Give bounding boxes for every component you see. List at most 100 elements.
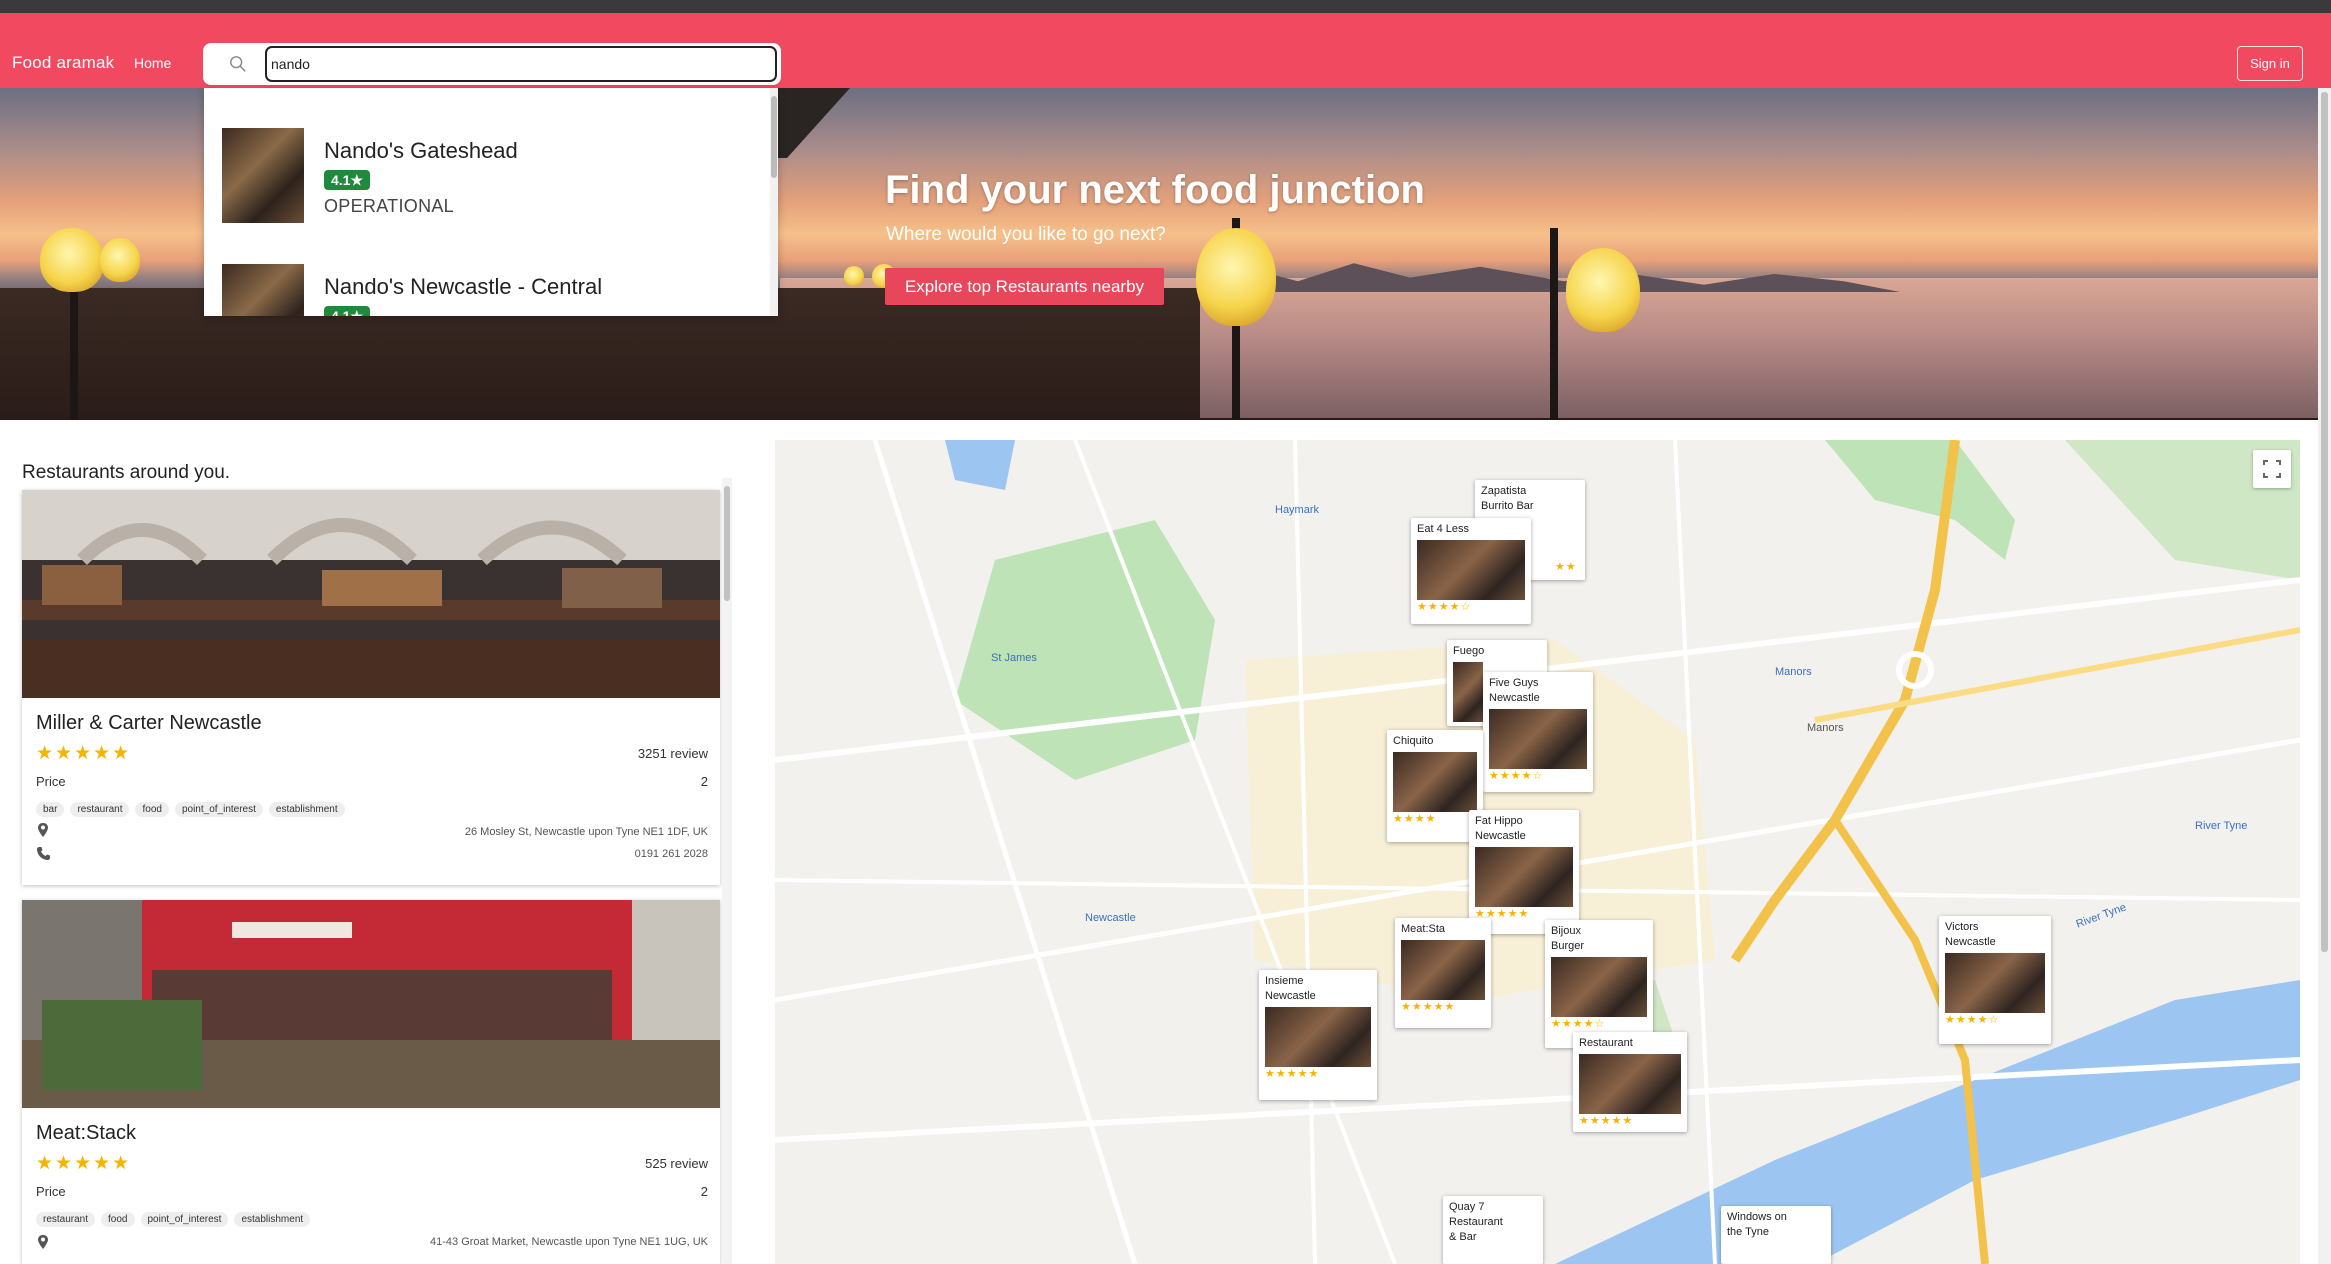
marker-stars: ★★: [1555, 561, 1577, 573]
map-label-newcastle: Newcastle: [1085, 912, 1136, 924]
restaurant-name[interactable]: Miller & Carter Newcastle: [36, 712, 262, 735]
map-label-river-tyne: River Tyne: [2195, 820, 2248, 832]
search-input[interactable]: [265, 46, 777, 82]
lamp-light: [844, 266, 864, 286]
marker-photo: [1265, 1006, 1371, 1067]
page-scrollbar[interactable]: [2318, 88, 2331, 1264]
marker-photo: [1551, 956, 1647, 1017]
restaurant-photo: [22, 900, 720, 1108]
sign-in-button[interactable]: Sign in: [2237, 46, 2303, 81]
rating-badge: 4.1★: [324, 306, 371, 316]
tag: food: [135, 802, 169, 817]
result-status: OPERATIONAL: [324, 196, 454, 216]
star-rating: ★★★★★: [36, 743, 132, 764]
map-marker[interactable]: Quay 7 Restaurant & Bar: [1443, 1196, 1543, 1264]
review-count: 525 review: [645, 1156, 708, 1171]
restaurant-name[interactable]: Meat:Stack: [36, 1122, 136, 1145]
location-pin-icon: [38, 1235, 48, 1249]
star-rating: ★★★★★: [36, 1153, 132, 1174]
map-marker[interactable]: Victors Newcastle ★★★★☆: [1939, 916, 2051, 1044]
tag: restaurant: [70, 802, 130, 817]
search-result-item[interactable]: Nando's Gateshead 4.1★ OPERATIONAL: [204, 88, 770, 224]
marker-photo: [1417, 539, 1525, 600]
marker-photo: [1945, 952, 2045, 1013]
tag-list: bar restaurant food point_of_interest es…: [36, 802, 345, 817]
marker-name: Fuego: [1453, 645, 1485, 657]
map-marker[interactable]: Five Guys Newcastle ★★★★☆: [1483, 672, 1593, 792]
map-label-haymarket: Haymark: [1275, 504, 1320, 516]
marker-photo: [1453, 661, 1483, 722]
dropdown-scrollbar[interactable]: [770, 88, 778, 316]
restaurant-address: 26 Mosley St, Newcastle upon Tyne NE1 1D…: [464, 826, 708, 838]
marker-name: Eat 4 Less: [1417, 523, 1469, 535]
map-marker[interactable]: Windows on the Tyne: [1721, 1206, 1831, 1264]
restaurant-address: 41-43 Groat Market, Newcastle upon Tyne …: [430, 1236, 708, 1248]
map-label-manors-station: Manors: [1807, 722, 1844, 734]
marker-name: Windows on the Tyne: [1727, 1211, 1787, 1238]
marker-name: Five Guys Newcastle: [1489, 677, 1540, 704]
review-count: 3251 review: [637, 746, 708, 761]
price-value: 2: [700, 1184, 708, 1199]
map-label-st-james: St James: [991, 652, 1037, 664]
marker-photo: [1401, 939, 1485, 1000]
map-marker[interactable]: Meat:Sta ★★★★★: [1395, 918, 1491, 1028]
marker-name: Meat:Sta: [1401, 923, 1446, 935]
marker-stars: ★★★★★: [1265, 1067, 1320, 1080]
map-marker[interactable]: Eat 4 Less ★★★★☆: [1411, 518, 1531, 624]
map-marker[interactable]: Bijoux Burger ★★★★☆: [1545, 920, 1653, 1048]
marker-name: Bijoux Burger: [1551, 925, 1585, 952]
lamp-light: [40, 228, 104, 292]
marker-stars: ★★★★☆: [1945, 1013, 2000, 1026]
result-name: Nando's Gateshead: [324, 138, 518, 163]
list-scrollbar[interactable]: [722, 478, 732, 1264]
home-link[interactable]: Home: [134, 55, 171, 71]
marker-stars: ★★★★★: [1401, 1000, 1456, 1013]
marker-name: Chiquito: [1393, 735, 1434, 747]
list-title: Restaurants around you.: [22, 462, 231, 483]
price-value: 2: [700, 774, 708, 789]
lamp-light: [100, 238, 140, 282]
lamp-pole: [1550, 228, 1558, 420]
list-scroll-thumb[interactable]: [724, 486, 730, 601]
map-marker[interactable]: Insieme Newcastle ★★★★★: [1259, 970, 1377, 1100]
tag: restaurant: [36, 1212, 96, 1227]
brand-logo[interactable]: Food aramak: [12, 53, 114, 73]
fullscreen-button[interactable]: [2253, 450, 2291, 488]
page-scroll-thumb[interactable]: [2321, 92, 2328, 952]
marker-name: Fat Hippo Newcastle: [1475, 815, 1526, 842]
marker-name: Zapatista Burrito Bar: [1481, 485, 1534, 512]
restaurant-phone[interactable]: 0191 261 2028: [635, 848, 708, 860]
tag: food: [101, 1212, 135, 1227]
price-label: Price: [36, 1184, 66, 1199]
hero-title: Find your next food junction: [885, 168, 1425, 212]
marker-stars: ★★★★★: [1579, 1114, 1634, 1127]
search-icon[interactable]: [229, 55, 247, 73]
marker-name: Quay 7 Restaurant & Bar: [1449, 1201, 1503, 1243]
marker-photo: [1579, 1053, 1681, 1114]
restaurant-card[interactable]: Meat:Stack ★★★★★ 525 review Price 2 rest…: [22, 900, 720, 1264]
rating-badge: 4.1★: [324, 170, 371, 190]
dropdown-scroll-thumb[interactable]: [771, 96, 777, 178]
map-label-manors: Manors: [1775, 666, 1812, 678]
search-results-dropdown: Nando's Gateshead 4.1★ OPERATIONAL Nando…: [204, 88, 778, 316]
explore-nearby-button[interactable]: Explore top Restaurants nearby: [885, 268, 1164, 305]
restaurant-map[interactable]: St James Manors Manors Newcastle River T…: [775, 440, 2300, 1264]
price-label: Price: [36, 774, 66, 789]
lamp-light: [1566, 248, 1640, 332]
marker-stars: ★★★★☆: [1489, 769, 1544, 782]
lamp-pole: [70, 278, 78, 420]
tag: bar: [36, 802, 65, 817]
restaurant-photo: [22, 490, 720, 698]
map-marker[interactable]: Fat Hippo Newcastle ★★★★★: [1469, 810, 1579, 934]
tag: establishment: [268, 802, 345, 817]
restaurant-thumbnail: [222, 264, 304, 316]
marker-photo: [1489, 708, 1587, 769]
browser-top-strip: [0, 0, 2331, 13]
restaurant-thumbnail: [222, 128, 304, 223]
hero-subtitle: Where would you like to go next?: [886, 224, 1166, 245]
map-marker[interactable]: Restaurant ★★★★★: [1573, 1032, 1687, 1132]
marker-name: Victors Newcastle: [1945, 921, 1996, 948]
tag: point_of_interest: [140, 1212, 229, 1227]
restaurant-card[interactable]: Miller & Carter Newcastle ★★★★★ 3251 rev…: [22, 490, 720, 885]
search-result-item[interactable]: Nando's Newcastle - Central 4.1★: [204, 224, 770, 316]
